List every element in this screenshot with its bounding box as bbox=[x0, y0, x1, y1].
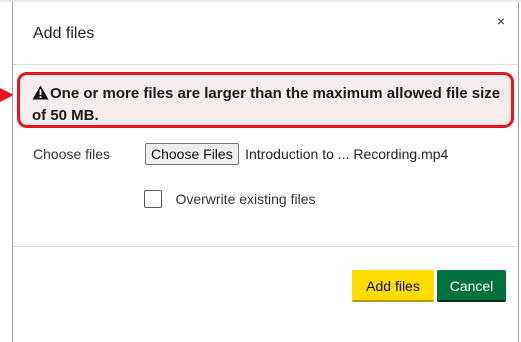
error-message-row: One or more files are larger than the ma… bbox=[32, 83, 501, 127]
dialog-title: Add files bbox=[33, 25, 95, 42]
screenshot-stage: Add files × One or more files are larger… bbox=[0, 0, 521, 342]
dialog-header: Add files × bbox=[13, 2, 518, 65]
overwrite-label[interactable]: Overwrite existing files bbox=[175, 191, 315, 207]
error-message: One or more files are larger than the ma… bbox=[32, 85, 501, 124]
cancel-button[interactable]: Cancel bbox=[437, 270, 506, 302]
overwrite-checkbox[interactable] bbox=[144, 190, 162, 208]
footer-divider bbox=[13, 246, 518, 247]
warning-triangle-icon bbox=[32, 85, 49, 100]
choose-files-button[interactable]: Choose Files bbox=[145, 143, 239, 165]
selected-file-name: Introduction to ... Recording.mp4 bbox=[245, 146, 449, 162]
close-button[interactable]: × bbox=[494, 14, 508, 28]
add-files-dialog: Add files × One or more files are larger… bbox=[12, 2, 519, 342]
file-size-error-alert: One or more files are larger than the ma… bbox=[17, 72, 514, 128]
close-icon[interactable]: × bbox=[497, 13, 505, 29]
add-files-button[interactable]: Add files bbox=[352, 270, 434, 302]
file-input[interactable]: Choose Files Introduction to ... Recordi… bbox=[145, 143, 448, 165]
overwrite-option[interactable]: Overwrite existing files bbox=[144, 190, 316, 208]
choose-files-label: Choose files bbox=[33, 146, 111, 162]
